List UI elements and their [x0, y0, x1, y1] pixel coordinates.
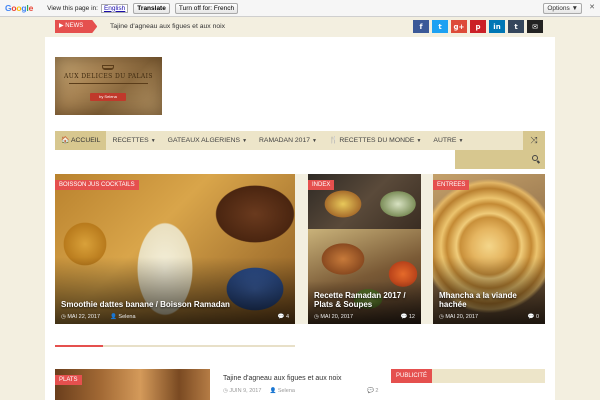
sidebar-widget-header: Publicité: [391, 369, 545, 383]
pinterest-icon[interactable]: p: [470, 20, 486, 33]
twitter-icon[interactable]: t: [432, 20, 448, 33]
post-thumbnail[interactable]: Plats: [55, 369, 210, 400]
chevron-down-icon: ▼: [416, 138, 422, 144]
post-meta: ◷ JUIN 9, 2017 👤 Selena: [223, 388, 295, 394]
nav-item-autre[interactable]: Autre ▼: [427, 131, 469, 150]
post-date: ◷ MAI 22, 2017: [61, 314, 101, 320]
post-title[interactable]: Tajine d'agneau aux figues et aux noix: [223, 375, 341, 382]
logo-text: AUX DELICES DU PALAIS: [64, 73, 153, 80]
chevron-down-icon: ▼: [150, 138, 156, 144]
post-title[interactable]: Mhancha a la viande hachée: [439, 291, 534, 309]
comments-count[interactable]: 💬 4: [278, 314, 289, 320]
tumblr-icon[interactable]: t: [508, 20, 524, 33]
post-date: ◷ MAI 20, 2017: [439, 314, 479, 320]
nav-item-label: Recettes: [112, 137, 149, 144]
nav-item-label: Autre: [433, 137, 457, 144]
post-author[interactable]: 👤 Selena: [110, 314, 136, 320]
site-logo[interactable]: AUX DELICES DU PALAIS by Selena: [55, 57, 162, 115]
featured-post-smoothie[interactable]: Boisson jus cocktails Smoothie dattes ba…: [55, 174, 295, 324]
featured-slider: Boisson jus cocktails Smoothie dattes ba…: [55, 174, 545, 324]
comments-count[interactable]: 💬 2: [367, 388, 378, 394]
chevron-down-icon: ▼: [312, 138, 317, 144]
post-title[interactable]: Smoothie dattes banane / Boisson Ramadan: [61, 300, 261, 309]
nav-item-recettes-du-monde[interactable]: 🍴 Recettes du monde ▼: [323, 131, 427, 150]
page-margin-left: [0, 17, 45, 400]
chevron-down-icon: ▼: [458, 138, 464, 144]
linkedin-icon[interactable]: in: [489, 20, 505, 33]
translate-button[interactable]: Translate: [133, 2, 170, 14]
search-bar[interactable]: [455, 150, 545, 169]
category-tag[interactable]: Index: [308, 180, 335, 190]
nav-item-label: Gateaux Algeriens: [167, 137, 241, 144]
comments-count[interactable]: 💬 12: [401, 314, 416, 320]
category-tag[interactable]: Entrees: [433, 180, 470, 190]
post-date: ◷ MAI 20, 2017: [314, 314, 354, 320]
google-plus-icon[interactable]: g+: [451, 20, 467, 33]
translate-bar: Google View this page in: English Transl…: [0, 0, 600, 17]
news-label: ▶ NEWS: [55, 20, 98, 33]
logo-divider: [69, 83, 148, 84]
main-nav: 🏠 Accueil Recettes ▼ Gateaux Algeriens ▼ Rama…: [55, 131, 545, 150]
mail-icon[interactable]: ✉: [527, 20, 543, 33]
post-date: ◷ JUIN 9, 2017: [223, 388, 262, 394]
search-icon[interactable]: [532, 155, 538, 161]
logo-badge: by Selena: [90, 93, 126, 101]
nav-item-label: 🏠 Accueil: [61, 137, 101, 144]
close-icon[interactable]: ✕: [589, 3, 595, 11]
post-author[interactable]: 👤 Selena: [269, 388, 295, 394]
nav-item-label: 🍴 Recettes du monde: [328, 137, 415, 144]
slider-progress: [55, 345, 295, 347]
crown-icon: [102, 65, 114, 70]
post-meta: ◷ MAI 20, 2017 💬 0: [439, 314, 539, 320]
sidebar-widget-title: Publicité: [391, 369, 433, 383]
post-meta: ◷ MAI 22, 2017 👤 Selena 💬 4: [61, 314, 289, 320]
category-tag[interactable]: Plats: [55, 375, 82, 385]
page-container: ▶ NEWS Tajine d'agneau aux figues et aux…: [45, 17, 555, 400]
options-button[interactable]: Options ▼: [543, 3, 582, 14]
turn-off-button[interactable]: Turn off for: French: [174, 2, 239, 14]
featured-post-mhancha[interactable]: Entrees Mhancha a la viande hachée ◷ MAI…: [433, 174, 545, 324]
slider-progress-fill: [55, 345, 103, 347]
nav-item-accueil[interactable]: 🏠 Accueil: [55, 131, 107, 150]
page-margin-right: [555, 17, 600, 400]
featured-post-ramadan[interactable]: Recette Ramadan 2017 / Plats & Soupes ◷ …: [308, 229, 421, 324]
language-select[interactable]: English: [100, 3, 129, 13]
nav-item-ramadan-2017[interactable]: Ramadan 2017 ▼: [253, 131, 323, 150]
chevron-down-icon: ▼: [242, 138, 248, 144]
nav-item-label: Ramadan 2017: [259, 137, 311, 144]
featured-post-index[interactable]: Index: [308, 174, 421, 229]
news-ticker-link[interactable]: Tajine d'agneau aux figues et aux noix: [110, 20, 225, 33]
post-meta: ◷ MAI 20, 2017 💬 12: [314, 314, 415, 320]
nav-item-recettes[interactable]: Recettes ▼: [106, 131, 161, 150]
nav-item-gateaux-algeriens[interactable]: Gateaux Algeriens ▼: [162, 131, 253, 150]
translate-prompt: View this page in:: [47, 4, 98, 12]
post-title[interactable]: Recette Ramadan 2017 / Plats & Soupes: [314, 291, 414, 309]
facebook-icon[interactable]: f: [413, 20, 429, 33]
top-bar: ▶ NEWS Tajine d'agneau aux figues et aux…: [45, 17, 555, 37]
shuffle-icon[interactable]: ⤨: [523, 131, 545, 150]
social-icons: f t g+ p in t ✉: [413, 20, 543, 33]
category-tag[interactable]: Boisson jus cocktails: [55, 180, 139, 190]
comments-count[interactable]: 💬 0: [528, 314, 539, 320]
google-logo: Google: [5, 3, 34, 13]
